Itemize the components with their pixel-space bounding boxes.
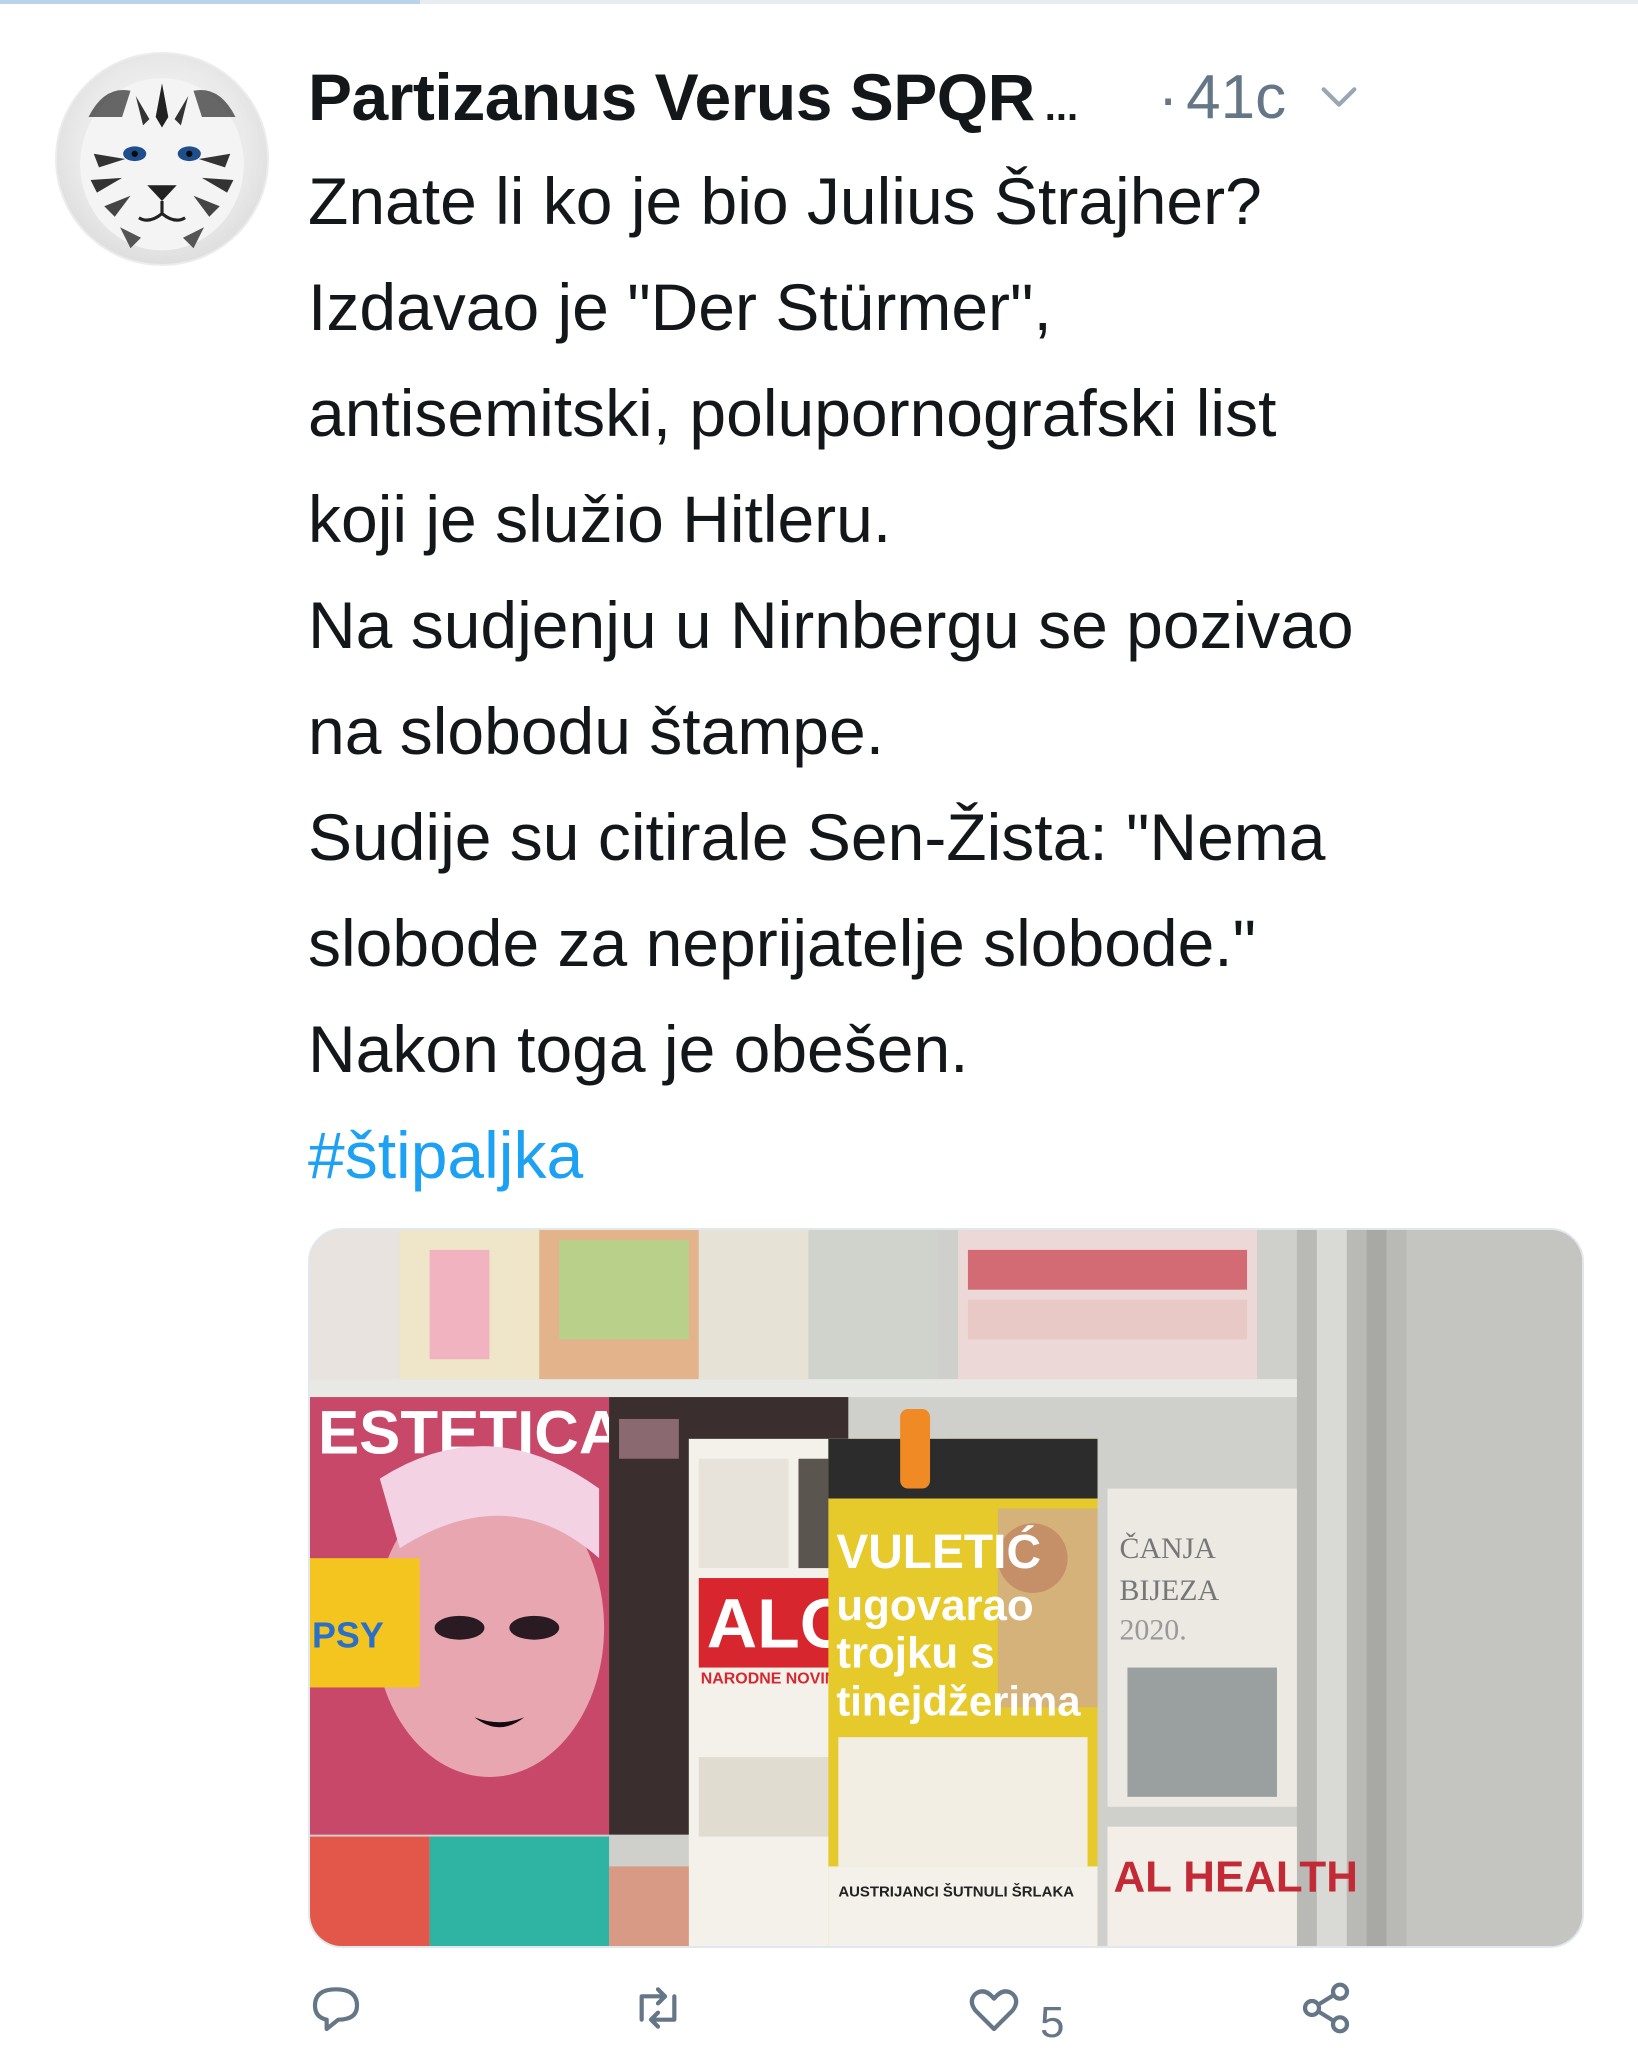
- headline-1: VULETIĆ: [836, 1524, 1041, 1579]
- al-health-text: AL HEALTH: [1113, 1852, 1357, 1901]
- alo-sub: NARODNE NOVINE: [701, 1670, 847, 1687]
- avatar[interactable]: [55, 52, 269, 266]
- tweet-text-line: slobode za neprijatelje slobode.": [308, 906, 1257, 980]
- tweet[interactable]: Partizanus Verus SPQR ... · 41c Znate li…: [0, 0, 1638, 2048]
- chevron-down-icon[interactable]: [1316, 74, 1362, 120]
- footer-headline: AUSTRIJANCI ŠUTNULI ŠRLAKA: [838, 1882, 1074, 1900]
- like-button[interactable]: 5: [966, 1980, 1064, 2048]
- tweet-text-line: antisemitski, polupornografski list: [308, 376, 1277, 450]
- retweet-button[interactable]: [630, 1980, 704, 2048]
- author-display-name[interactable]: Partizanus Verus SPQR: [308, 59, 1035, 135]
- tweet-header: Partizanus Verus SPQR ... · 41c: [308, 52, 1598, 142]
- tweet-text-line: Nakon toga je obešen.: [308, 1012, 969, 1086]
- calendar-year: 2020.: [1119, 1614, 1186, 1647]
- timestamp[interactable]: 41c: [1186, 62, 1286, 133]
- tweet-text: Znate li ko je bio Julius Štrajher? Izda…: [308, 148, 1608, 1208]
- tweet-text-line: Znate li ko je bio Julius Štrajher?: [308, 164, 1262, 238]
- tweet-text-line: na slobodu štampe.: [308, 694, 885, 768]
- white-tiger-avatar: [80, 78, 244, 251]
- tweet-text-line: Na sudjenju u Nirnbergu se pozivao: [308, 588, 1354, 662]
- calendar-text-1: ČANJA: [1119, 1532, 1216, 1565]
- tweet-actions: 5: [308, 1980, 1584, 2048]
- name-truncation: ...: [1044, 84, 1079, 129]
- newsstand-photo: ESTETICA PSY ALO! NARODNE NOVINE VULETIĆ…: [310, 1230, 1582, 1946]
- headline-3: trojku s: [836, 1629, 994, 1678]
- tweet-text-line: Izdavao je "Der Stürmer",: [308, 270, 1052, 344]
- hashtag-link[interactable]: #štipaljka: [308, 1102, 1608, 1208]
- heart-icon: [969, 1989, 1019, 2032]
- share-icon: [1302, 1982, 1350, 2034]
- like-count: 5: [1040, 1998, 1065, 2047]
- calendar-text-2: BIJEZA: [1119, 1574, 1219, 1607]
- tweet-text-line: koji je služio Hitleru.: [308, 482, 892, 556]
- retweet-icon: [639, 1987, 677, 2029]
- headline-2: ugovarao: [836, 1581, 1033, 1630]
- tweet-text-line: Sudije su citirale Sen-Žista: "Nema: [308, 800, 1326, 874]
- tweet-media-image[interactable]: ESTETICA PSY ALO! NARODNE NOVINE VULETIĆ…: [308, 1228, 1584, 1948]
- psy-tag-text: PSY: [312, 1616, 384, 1656]
- reply-icon: [312, 1987, 360, 2032]
- separator-dot: ·: [1158, 63, 1179, 131]
- reply-button[interactable]: [308, 1980, 382, 2048]
- share-button[interactable]: [1298, 1980, 1372, 2048]
- headline-4: tinejdžerima: [836, 1677, 1081, 1724]
